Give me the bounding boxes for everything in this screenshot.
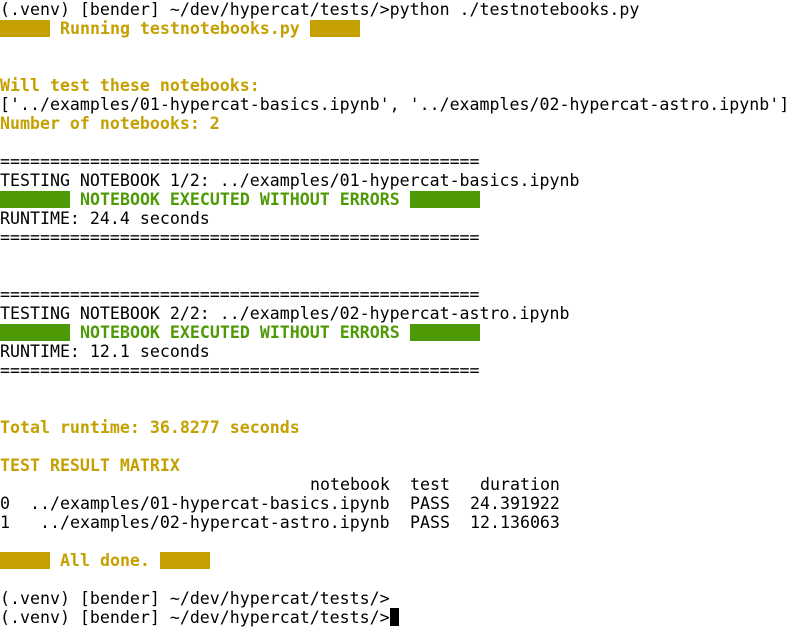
separator: ========================================… bbox=[0, 228, 480, 247]
banner-block-right bbox=[159, 552, 210, 569]
test-status: NOTEBOOK EXECUTED WITHOUT ERRORS bbox=[0, 323, 480, 342]
row-duration: 24.391922 bbox=[470, 494, 560, 513]
banner-block-left bbox=[0, 20, 50, 37]
column-header-test: test bbox=[410, 475, 450, 494]
test-status: NOTEBOOK EXECUTED WITHOUT ERRORS bbox=[0, 190, 480, 209]
test-header: TESTING NOTEBOOK 2/2: ../examples/02-hyp… bbox=[0, 304, 570, 323]
column-header-duration: duration bbox=[480, 475, 560, 494]
command-text: python ./testnotebooks.py bbox=[389, 0, 640, 19]
status-label: NOTEBOOK EXECUTED WITHOUT ERRORS bbox=[80, 323, 400, 342]
command-line: (.venv) [bender] ~/dev/hypercat/tests/>p… bbox=[0, 0, 639, 19]
terminal-window[interactable]: (.venv) [bender] ~/dev/hypercat/tests/>p… bbox=[0, 0, 802, 627]
number-of-notebooks: Number of notebooks: 2 bbox=[0, 114, 220, 133]
matrix-title: TEST RESULT MATRIX bbox=[0, 456, 180, 475]
row-notebook: ../examples/02-hypercat-astro.ipynb bbox=[40, 513, 390, 532]
done-banner: All done. bbox=[0, 551, 210, 570]
status-block-right bbox=[409, 191, 480, 208]
status-block-left bbox=[0, 324, 70, 341]
running-banner: Running testnotebooks.py bbox=[0, 19, 360, 38]
separator: ========================================… bbox=[0, 152, 480, 171]
done-label: All done. bbox=[60, 551, 150, 570]
status-block-left bbox=[0, 191, 70, 208]
will-test-label: Will test these notebooks: bbox=[0, 76, 260, 95]
row-notebook: ../examples/01-hypercat-basics.ipynb bbox=[30, 494, 390, 513]
notebook-list: ['../examples/01-hypercat-basics.ipynb',… bbox=[0, 95, 790, 114]
separator: ========================================… bbox=[0, 285, 480, 304]
row-test: PASS bbox=[410, 513, 450, 532]
active-prompt-line[interactable]: (.venv) [bender] ~/dev/hypercat/tests/> bbox=[0, 608, 399, 627]
separator: ========================================… bbox=[0, 361, 480, 380]
running-label: Running testnotebooks.py bbox=[60, 19, 300, 38]
text-cursor bbox=[389, 608, 399, 626]
status-block-right bbox=[409, 324, 480, 341]
total-runtime: Total runtime: 36.8277 seconds bbox=[0, 418, 300, 437]
column-header-notebook: notebook bbox=[310, 475, 390, 494]
shell-prompt: (.venv) [bender] ~/dev/hypercat/tests/> bbox=[0, 0, 390, 19]
shell-prompt: (.venv) [bender] ~/dev/hypercat/tests/> bbox=[0, 589, 390, 608]
row-duration: 12.136063 bbox=[470, 513, 560, 532]
shell-prompt: (.venv) [bender] ~/dev/hypercat/tests/> bbox=[0, 608, 390, 627]
row-test: PASS bbox=[410, 494, 450, 513]
test-header: TESTING NOTEBOOK 1/2: ../examples/01-hyp… bbox=[0, 171, 580, 190]
row-index: 1 bbox=[0, 513, 10, 532]
banner-block-right bbox=[309, 20, 360, 37]
test-runtime: RUNTIME: 24.4 seconds bbox=[0, 209, 210, 228]
status-label: NOTEBOOK EXECUTED WITHOUT ERRORS bbox=[80, 190, 400, 209]
test-runtime: RUNTIME: 12.1 seconds bbox=[0, 342, 210, 361]
banner-block-left bbox=[0, 552, 50, 569]
row-index: 0 bbox=[0, 494, 10, 513]
